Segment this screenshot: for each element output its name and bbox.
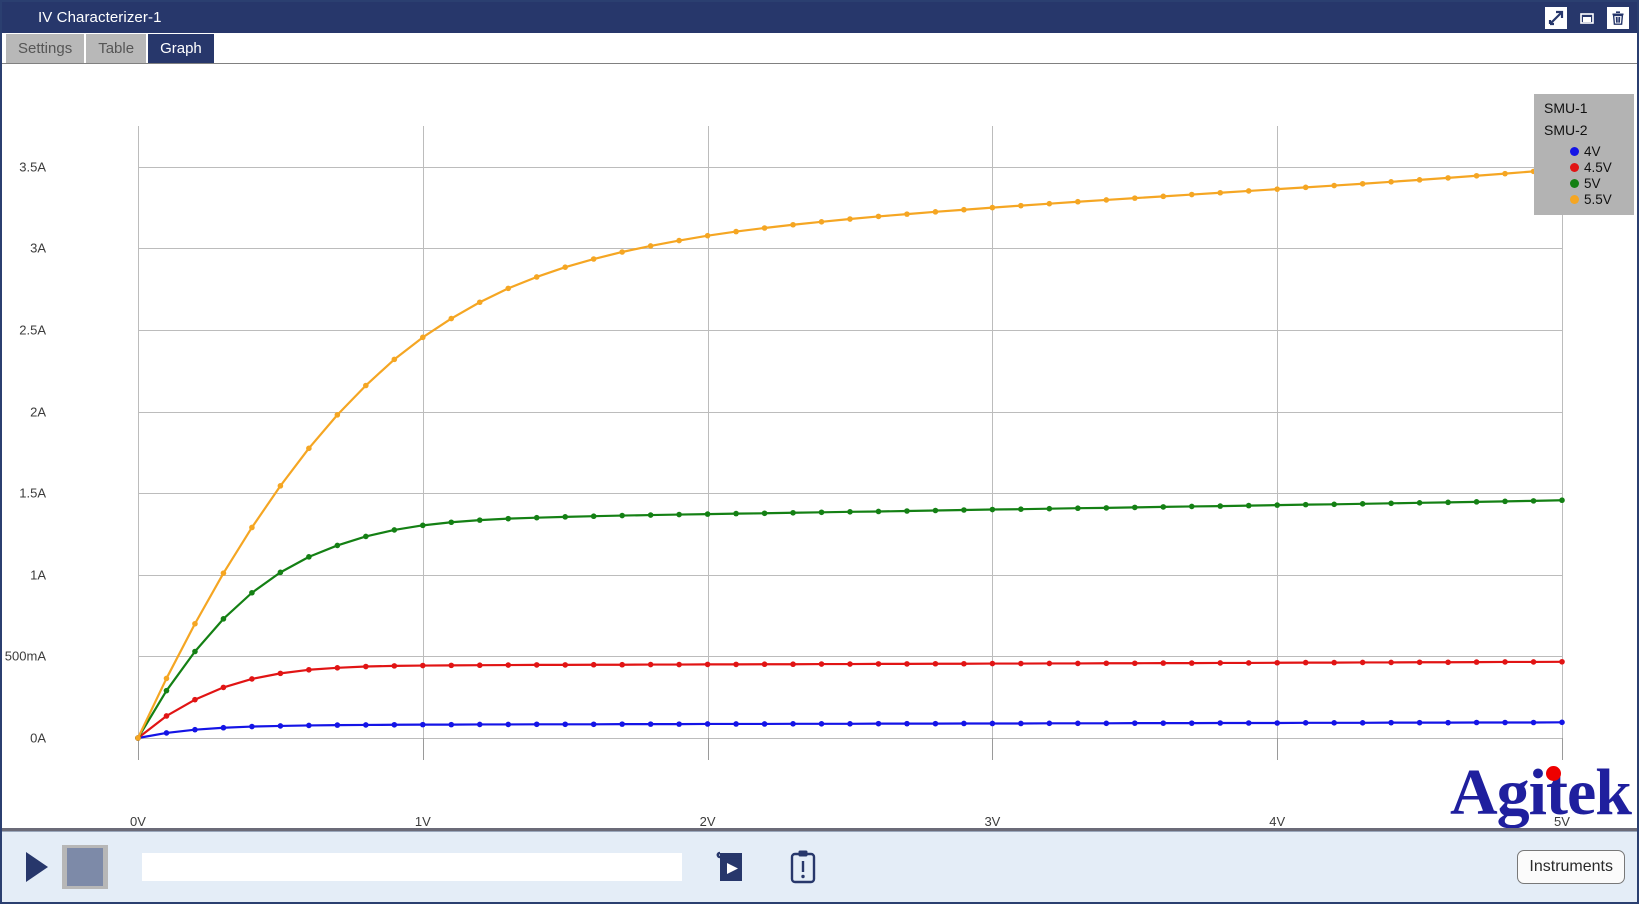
gridline-horizontal <box>138 738 1562 739</box>
legend-item-label: 5V <box>1584 176 1601 191</box>
y-tick-label: 0A <box>30 731 46 746</box>
tab-bar: Settings Table Graph <box>2 33 1637 63</box>
y-tick-label: 2.5A <box>19 323 46 338</box>
y-tick-label: 1.5A <box>19 486 46 501</box>
chart-legend[interactable]: SMU-1 SMU-2 4V4.5V5V5.5V <box>1534 94 1634 215</box>
legend-item-label: 5.5V <box>1584 192 1612 207</box>
instruments-button[interactable]: Instruments <box>1517 850 1625 884</box>
curve-5.5V <box>135 166 1565 741</box>
trash-icon[interactable] <box>1607 7 1629 29</box>
stop-icon <box>67 848 103 886</box>
agitek-logo-dot <box>1546 766 1561 781</box>
run-button[interactable] <box>20 847 54 887</box>
window-title: IV Characterizer-1 <box>38 9 162 26</box>
y-tick-label: 500mA <box>5 649 46 664</box>
y-tick-label: 3.5A <box>19 159 46 174</box>
restore-icon[interactable] <box>1576 7 1598 29</box>
x-tick-label: 1V <box>415 814 431 829</box>
x-tick-label: 4V <box>1269 814 1285 829</box>
y-tick-label: 3A <box>30 241 46 256</box>
curve-series-group <box>138 126 1562 738</box>
tab-table[interactable]: Table <box>86 34 146 63</box>
legend-header-smu1: SMU-1 <box>1544 100 1624 116</box>
x-tick-mark <box>1277 738 1278 760</box>
legend-item-label: 4.5V <box>1584 160 1612 175</box>
agitek-logo-text: Agitek <box>1450 756 1631 829</box>
x-tick-label: 3V <box>984 814 1000 829</box>
x-tick-mark <box>708 738 709 760</box>
y-tick-label: 1A <box>30 567 46 582</box>
x-tick-mark <box>423 738 424 760</box>
bottom-toolbar: Instruments <box>2 831 1637 902</box>
x-tick-mark <box>138 738 139 760</box>
command-input[interactable] <box>142 853 682 881</box>
x-tick-label: 0V <box>130 814 146 829</box>
legend-color-dot <box>1570 163 1579 172</box>
legend-item-4V[interactable]: 4V <box>1544 144 1624 159</box>
gridline-vertical <box>1562 126 1563 738</box>
legend-item-5V[interactable]: 5V <box>1544 176 1624 191</box>
curve-5V <box>135 497 1565 740</box>
x-tick-label: 2V <box>700 814 716 829</box>
legend-color-dot <box>1570 179 1579 188</box>
title-bar: IV Characterizer-1 <box>2 2 1637 33</box>
legend-item-5.5V[interactable]: 5.5V <box>1544 192 1624 207</box>
curve-4.5V <box>135 659 1565 741</box>
run-script-icon[interactable] <box>708 844 754 890</box>
tab-graph[interactable]: Graph <box>148 34 214 63</box>
tab-settings[interactable]: Settings <box>6 34 84 63</box>
legend-item-4.5V[interactable]: 4.5V <box>1544 160 1624 175</box>
legend-color-dot <box>1570 195 1579 204</box>
agitek-logo: Agitek <box>1450 760 1631 826</box>
iv-characterizer-window: IV Characterizer-1 <box>0 0 1639 904</box>
x-tick-mark <box>992 738 993 760</box>
plot-area[interactable]: 0A500mA1A1.5A2A2.5A3A3.5A 0V1V2V3V4V5V S… <box>138 126 1562 738</box>
legend-item-label: 4V <box>1584 144 1601 159</box>
graph-panel: 0A 500mA 1A 1.5A 2A 2.5A 3A 3.5A 0V 1V 2V 3V 4V 5V S… <box>2 63 1637 831</box>
legend-entries: 4V4.5V5V5.5V <box>1544 144 1624 207</box>
log-clipboard-icon[interactable] <box>780 844 826 890</box>
window-controls <box>1545 2 1629 33</box>
popout-icon[interactable] <box>1545 7 1567 29</box>
legend-color-dot <box>1570 147 1579 156</box>
y-tick-label: 2A <box>30 404 46 419</box>
legend-header-smu2: SMU-2 <box>1544 122 1624 138</box>
curve-4V <box>135 720 1565 741</box>
stop-button[interactable] <box>62 845 108 889</box>
